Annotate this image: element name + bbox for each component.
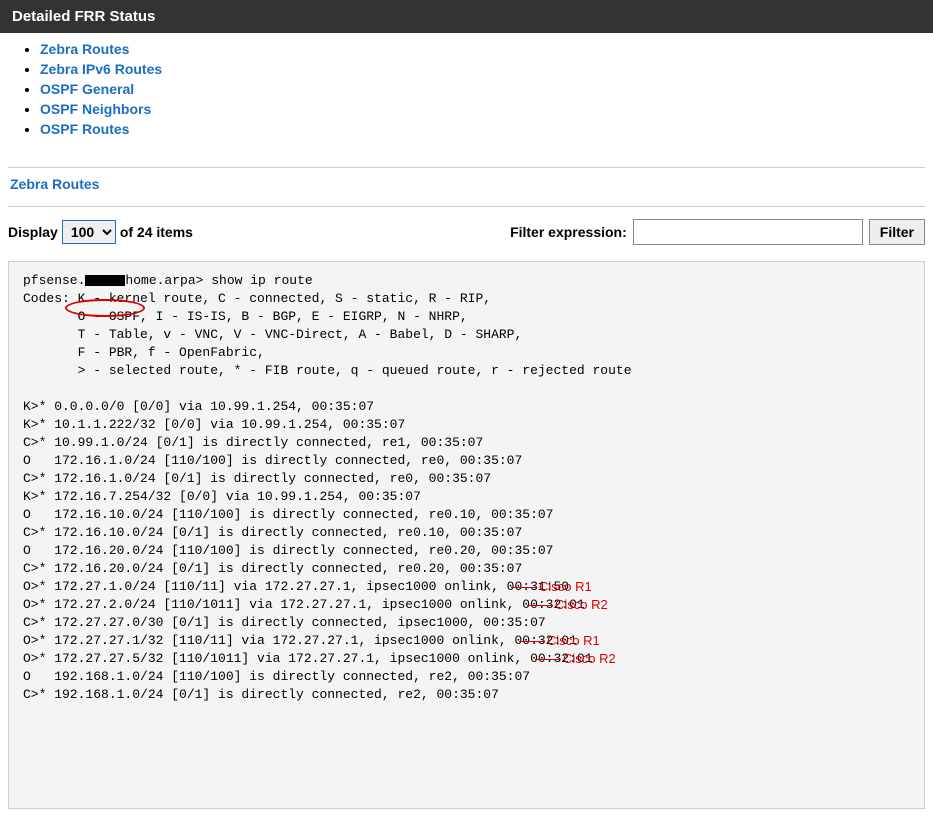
route-line-13: O>* 172.27.27.1/32 [110/11] via 172.27.2…: [23, 633, 577, 648]
codes-line-3: F - PBR, f - OpenFabric,: [23, 345, 265, 360]
route-line-11: O>* 172.27.2.0/24 [110/1011] via 172.27.…: [23, 597, 585, 612]
controls-left: Display 100 of 24 items: [8, 220, 193, 244]
codes-line-4: > - selected route, * - FIB route, q - q…: [23, 363, 632, 378]
display-label: Display: [8, 224, 58, 240]
page-header: Detailed FRR Status: [0, 0, 933, 33]
codes-line-2: T - Table, v - VNC, V - VNC-Direct, A - …: [23, 327, 522, 342]
of-items-text: of 24 items: [120, 224, 193, 240]
codes-line-1: O - OSPF, I - IS-IS, B - BGP, E - EIGRP,…: [23, 309, 468, 324]
display-count-select[interactable]: 100: [62, 220, 116, 244]
nav-link-ospf-neighbors[interactable]: OSPF Neighbors: [40, 101, 151, 117]
section-title: Zebra Routes: [0, 168, 933, 206]
terminal-command: show ip route: [211, 273, 312, 288]
redacted-hostname: [85, 275, 125, 286]
route-line-6: O 172.16.10.0/24 [110/100] is directly c…: [23, 507, 554, 522]
route-line-10: O>* 172.27.1.0/24 [110/11] via 172.27.27…: [23, 579, 569, 594]
route-line-3: O 172.16.1.0/24 [110/100] is directly co…: [23, 453, 522, 468]
route-line-2: C>* 10.99.1.0/24 [0/1] is directly conne…: [23, 435, 483, 450]
filter-button[interactable]: Filter: [869, 219, 925, 245]
route-line-5: K>* 172.16.7.254/32 [0/0] via 10.99.1.25…: [23, 489, 421, 504]
controls-row: Display 100 of 24 items Filter expressio…: [0, 215, 933, 255]
nav-link-ospf-general[interactable]: OSPF General: [40, 81, 134, 97]
nav-link-zebra-ipv6-routes[interactable]: Zebra IPv6 Routes: [40, 61, 162, 77]
nav-links-list: Zebra Routes Zebra IPv6 Routes OSPF Gene…: [0, 33, 933, 147]
terminal-hostname-prefix: pfsense.: [23, 273, 85, 288]
route-line-12: C>* 172.27.27.0/30 [0/1] is directly con…: [23, 615, 546, 630]
terminal-output: pfsense. home.arpa> show ip route Codes: …: [8, 261, 925, 809]
codes-line-0: Codes: K - kernel route, C - connected, …: [23, 291, 491, 306]
page-title: Detailed FRR Status: [12, 8, 155, 25]
route-line-8: O 172.16.20.0/24 [110/100] is directly c…: [23, 543, 554, 558]
nav-link-ospf-routes[interactable]: OSPF Routes: [40, 121, 129, 137]
filter-expression-input[interactable]: [633, 219, 863, 245]
route-line-7: C>* 172.16.10.0/24 [0/1] is directly con…: [23, 525, 522, 540]
route-line-15: O 192.168.1.0/24 [110/100] is directly c…: [23, 669, 530, 684]
route-line-14: O>* 172.27.27.5/32 [110/1011] via 172.27…: [23, 651, 593, 666]
route-line-1: K>* 10.1.1.222/32 [0/0] via 10.99.1.254,…: [23, 417, 405, 432]
route-line-9: C>* 172.16.20.0/24 [0/1] is directly con…: [23, 561, 522, 576]
route-line-0: K>* 0.0.0.0/0 [0/0] via 10.99.1.254, 00:…: [23, 399, 374, 414]
section-divider-2: [8, 206, 925, 207]
route-line-4: C>* 172.16.1.0/24 [0/1] is directly conn…: [23, 471, 491, 486]
controls-right: Filter expression: Filter: [510, 219, 925, 245]
terminal-hostname-suffix: home.arpa>: [125, 273, 203, 288]
filter-expression-label: Filter expression:: [510, 224, 627, 240]
nav-link-zebra-routes[interactable]: Zebra Routes: [40, 41, 129, 57]
route-line-16: C>* 192.168.1.0/24 [0/1] is directly con…: [23, 687, 499, 702]
